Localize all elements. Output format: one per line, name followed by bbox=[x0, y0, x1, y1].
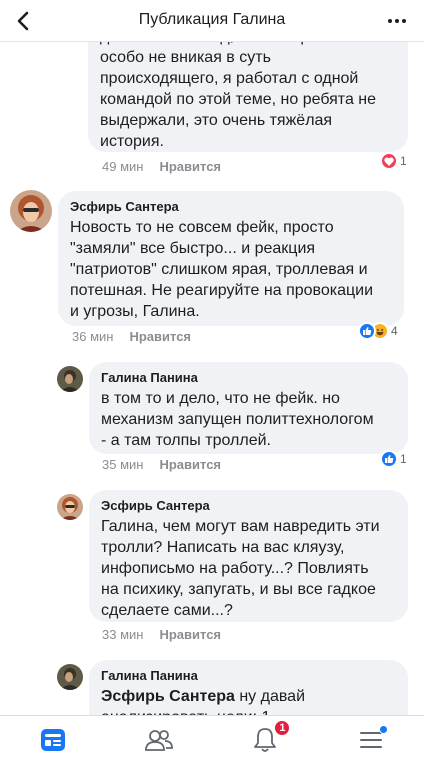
reaction-summary[interactable]: 1 bbox=[380, 450, 407, 468]
friends-icon bbox=[145, 729, 173, 751]
comment-text: в том то и дело, что не фейк. но механиз… bbox=[101, 390, 374, 449]
news-feed-icon bbox=[41, 728, 65, 751]
reaction-count: 1 bbox=[400, 452, 407, 466]
comment-mention[interactable]: Эсфирь Сантера bbox=[101, 688, 235, 705]
comment-text: Новость то не совсем фейк, просто "замял… bbox=[70, 219, 374, 320]
comment-author[interactable]: Галина Панина bbox=[101, 370, 396, 386]
avatar[interactable] bbox=[10, 190, 52, 232]
comment-bubble[interactable]: Галина Панина в том то и дело, что не фе… bbox=[89, 362, 408, 454]
comment-time: 49 мин bbox=[102, 159, 144, 174]
reaction-count: 4 bbox=[391, 324, 398, 338]
reaction-summary[interactable]: 1 bbox=[380, 152, 407, 170]
menu-indicator-dot bbox=[379, 725, 389, 734]
more-icon bbox=[388, 19, 406, 23]
avatar[interactable] bbox=[57, 664, 83, 690]
comment-bubble[interactable]: Эсфирь Сантера Новость то не совсем фейк… bbox=[58, 191, 404, 326]
like-reaction-icon bbox=[358, 322, 376, 340]
page-title: Публикация Галина bbox=[138, 11, 286, 28]
comment-bubble[interactable]: Галина Панина Эсфирь Сантера ну давай ан… bbox=[89, 660, 408, 715]
comment-actions: 36 мин Нравится bbox=[72, 329, 191, 344]
comment-time: 33 мин bbox=[102, 627, 144, 642]
like-button[interactable]: Нравится bbox=[159, 457, 221, 472]
like-button[interactable]: Нравится bbox=[159, 627, 221, 642]
comment-time: 36 мин bbox=[72, 329, 114, 344]
tab-friends[interactable] bbox=[106, 716, 212, 763]
bottom-nav: 1 bbox=[0, 715, 424, 763]
comment-author[interactable]: Эсфирь Сантера bbox=[70, 199, 392, 215]
comment-bubble[interactable]: Эсфирь Сантера Галина, чем могут вам нав… bbox=[89, 490, 408, 622]
notification-badge: 1 bbox=[273, 719, 292, 737]
comment-actions: 33 мин Нравится bbox=[102, 627, 221, 642]
avatar[interactable] bbox=[57, 366, 83, 392]
tab-menu[interactable] bbox=[318, 716, 424, 763]
reaction-count: 1 bbox=[400, 154, 407, 168]
avatar[interactable] bbox=[57, 494, 83, 520]
top-bar: Публикация Галина bbox=[0, 0, 424, 42]
comment-actions: 35 мин Нравится bbox=[102, 457, 221, 472]
like-reaction-icon bbox=[380, 450, 398, 468]
like-button[interactable]: Нравится bbox=[159, 159, 221, 174]
comments-feed[interactable]: дал только повод, готовы травить особо н… bbox=[0, 0, 424, 715]
tab-notifications[interactable]: 1 bbox=[212, 716, 318, 763]
comment-text: Галина, чем могут вам навредить эти трол… bbox=[101, 518, 380, 619]
comment-author[interactable]: Галина Панина bbox=[101, 668, 396, 684]
comment-time: 35 мин bbox=[102, 457, 144, 472]
tab-news-feed[interactable] bbox=[0, 716, 106, 763]
comment-author[interactable]: Эсфирь Сантера bbox=[101, 498, 396, 514]
comment-actions: 49 мин Нравится bbox=[102, 159, 221, 174]
comment-text: дал только повод, готовы травить особо н… bbox=[100, 28, 377, 150]
like-button[interactable]: Нравится bbox=[129, 329, 191, 344]
more-options-button[interactable] bbox=[382, 6, 412, 36]
reaction-summary[interactable]: 4 bbox=[358, 322, 398, 340]
love-reaction-icon bbox=[380, 152, 398, 170]
